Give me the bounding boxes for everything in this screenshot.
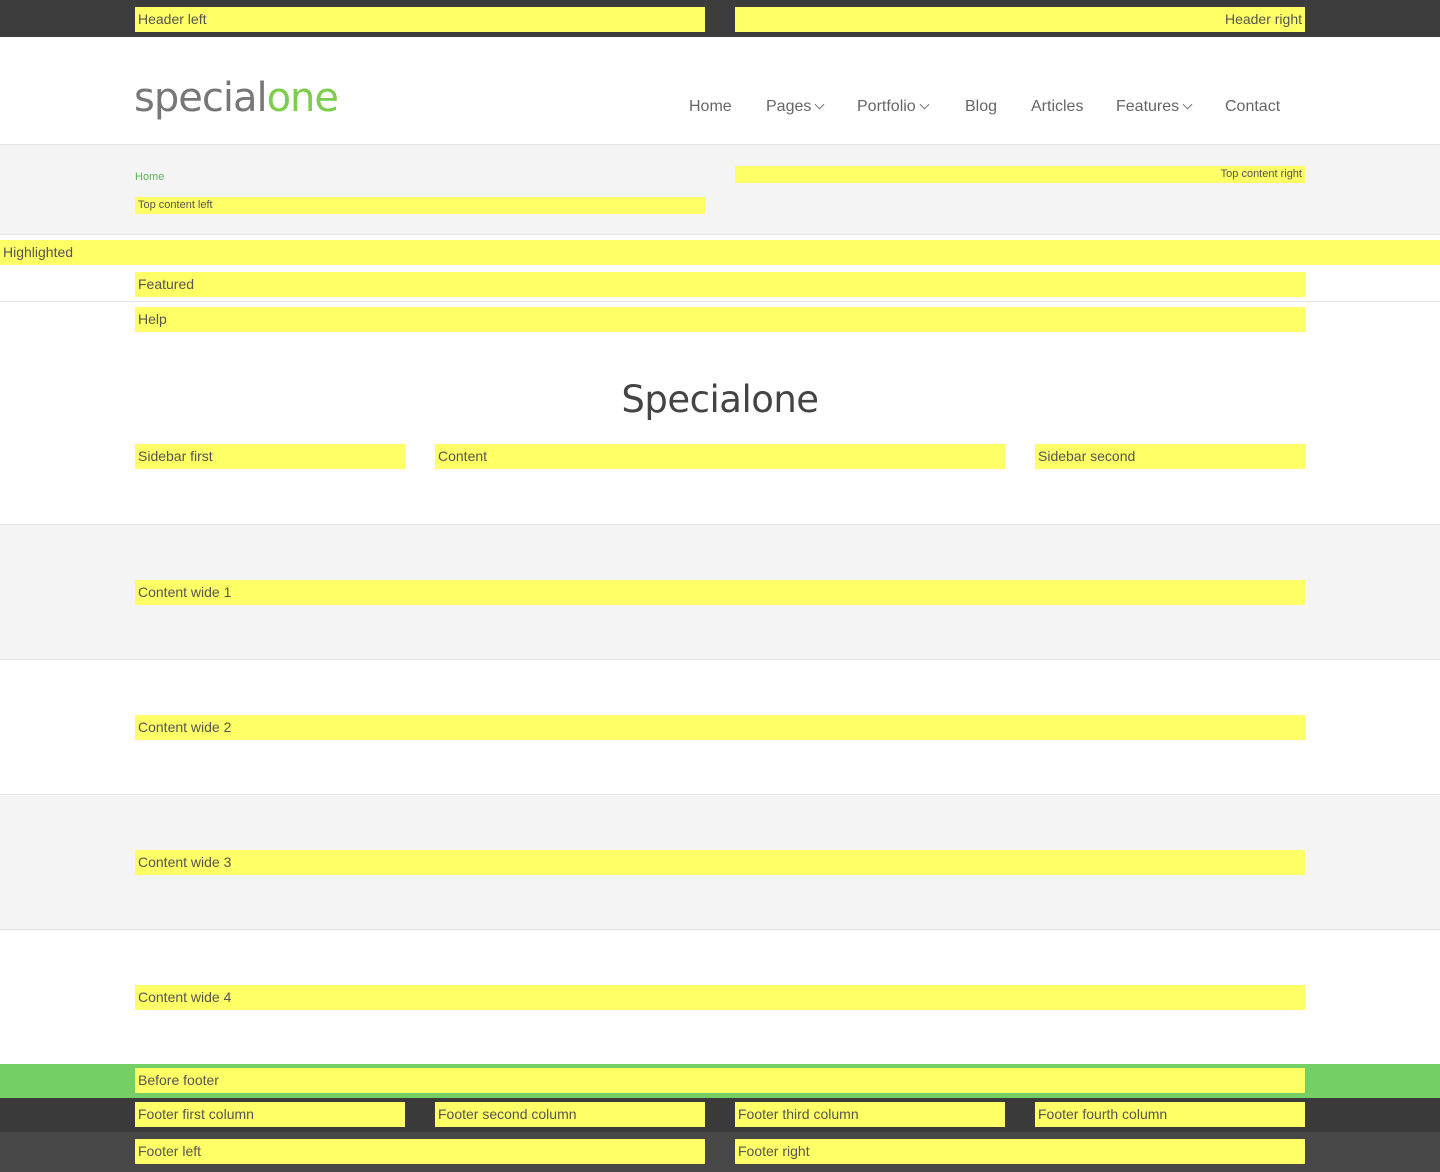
header-left-region: Header left [135, 7, 705, 32]
chevron-down-icon [814, 99, 825, 110]
content-wide-3-section: Content wide 3 [0, 794, 1440, 929]
content-wide-2-region: Content wide 2 [135, 715, 1305, 740]
nav-blog[interactable]: Blog [965, 98, 997, 116]
featured-region: Featured [135, 272, 1305, 297]
nav-contact-label: Contact [1225, 98, 1281, 115]
nav-home[interactable]: Home [689, 98, 732, 116]
nav-home-label: Home [689, 98, 732, 115]
nav-contact[interactable]: Contact [1225, 98, 1280, 116]
content-wide-3-region: Content wide 3 [135, 850, 1305, 875]
content-wide-1-section: Content wide 1 [0, 524, 1440, 659]
top-content-left-region: Top content left [135, 197, 705, 214]
content-wide-1-region: Content wide 1 [135, 580, 1305, 605]
footer-fourth-column: Footer fourth column [1035, 1102, 1305, 1127]
site-header: specialone Home Pages Portfolio Blog Art… [0, 37, 1440, 145]
nav-portfolio[interactable]: Portfolio [857, 98, 930, 116]
nav-articles[interactable]: Articles [1031, 98, 1083, 116]
nav-blog-label: Blog [965, 98, 998, 115]
footer-second-column: Footer second column [435, 1102, 705, 1127]
breadcrumb-home[interactable]: Home [135, 171, 164, 183]
header-right-region: Header right [735, 7, 1305, 32]
footer-third-column: Footer third column [735, 1102, 1005, 1127]
help-region: Help [135, 307, 1305, 332]
footer-first-column: Footer first column [135, 1102, 405, 1127]
footer-right-region: Footer right [735, 1139, 1305, 1164]
content-wide-2-section: Content wide 2 [0, 659, 1440, 794]
before-footer-section: Before footer [0, 1064, 1440, 1098]
top-header-bar: Header left Header right [0, 0, 1440, 37]
nav-pages[interactable]: Pages [766, 98, 825, 116]
before-footer-region: Before footer [135, 1068, 1305, 1093]
logo-text-part1: special [134, 75, 268, 121]
content-wide-4-region: Content wide 4 [135, 985, 1305, 1010]
chevron-down-icon [919, 99, 930, 110]
content-region: Content [435, 444, 1005, 469]
footer-left-region: Footer left [135, 1139, 705, 1164]
top-content-section: Home Top content left Top content right [0, 145, 1440, 235]
page-title: Specialone [621, 378, 819, 421]
section-divider [0, 301, 1440, 302]
site-logo[interactable]: specialone [134, 75, 339, 121]
sidebar-first-region: Sidebar first [135, 444, 405, 469]
sidebar-second-region: Sidebar second [1035, 444, 1305, 469]
top-content-right-region: Top content right [735, 166, 1305, 183]
content-wide-4-section: Content wide 4 [0, 929, 1440, 1064]
chevron-down-icon [1182, 99, 1193, 110]
nav-articles-label: Articles [1031, 98, 1084, 115]
nav-pages-label: Pages [766, 98, 812, 115]
logo-text-part2: one [266, 75, 339, 121]
footer-columns-section: Footer first column Footer second column… [0, 1098, 1440, 1132]
nav-portfolio-label: Portfolio [857, 98, 916, 115]
nav-features[interactable]: Features [1116, 98, 1193, 116]
nav-features-label: Features [1116, 98, 1180, 115]
footer-bottom-section: Footer left Footer right [0, 1132, 1440, 1172]
highlighted-region: Highlighted [0, 240, 1440, 265]
